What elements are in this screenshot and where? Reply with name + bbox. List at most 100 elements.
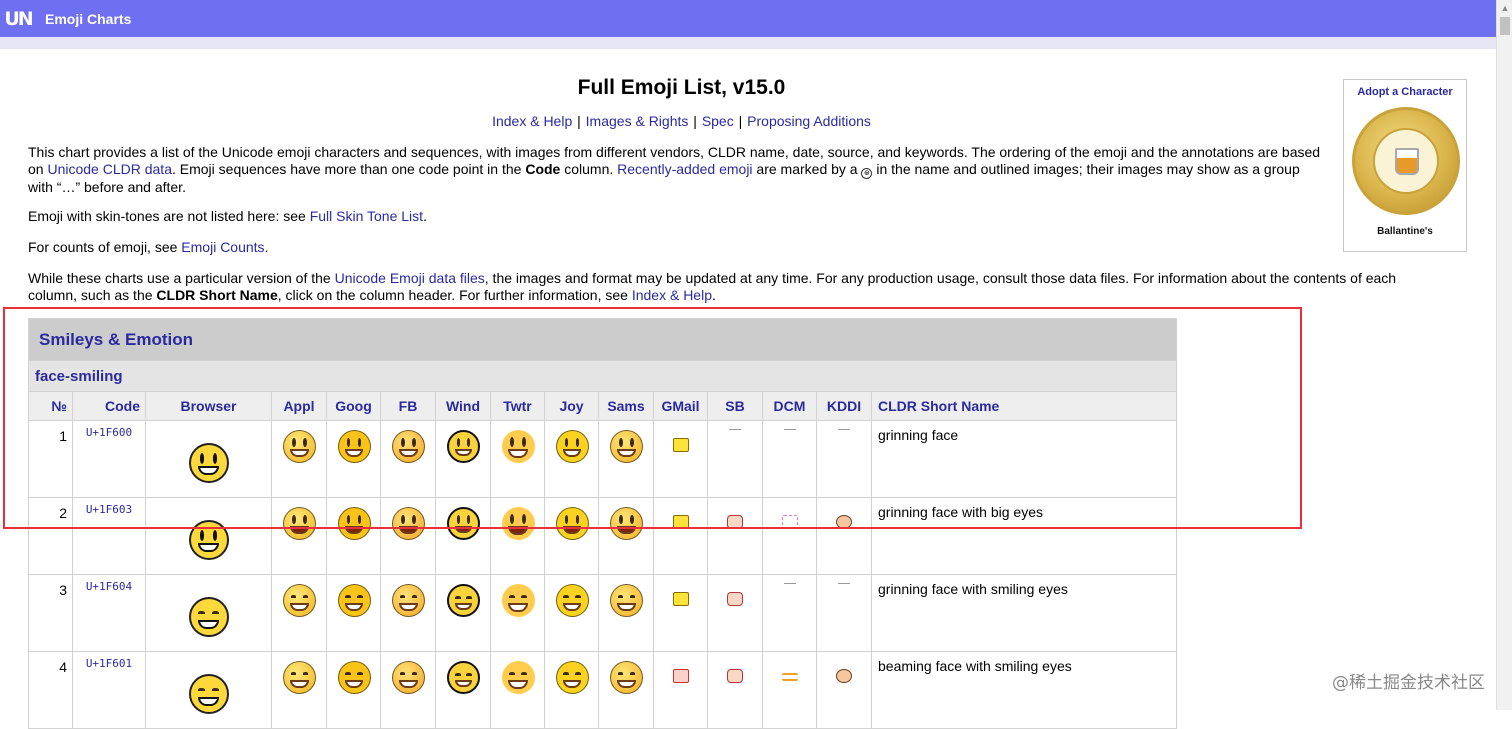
gmail-cell [653, 420, 708, 498]
intro-text: column. [560, 161, 618, 177]
col-header-joy[interactable]: Joy [544, 391, 599, 421]
table-row: 3 U+1F604 grinning face with smiling eye… [28, 574, 1178, 652]
missing-dash-icon [838, 429, 850, 430]
grinning-face-smiling-eyes-icon [501, 584, 535, 617]
brand-title[interactable]: Emoji Charts [45, 11, 131, 27]
nav-link-spec[interactable]: Spec [702, 113, 734, 129]
link-unicode-cldr-data[interactable]: Unicode CLDR data [47, 161, 172, 177]
browser-cell [145, 420, 272, 498]
col-header-kddi[interactable]: KDDI [816, 391, 872, 421]
top-bar: UN Emoji Charts [0, 0, 1496, 37]
grinning-face-big-eyes-icon [188, 520, 229, 560]
col-header-cldr-short-name[interactable]: CLDR Short Name [870, 391, 1178, 421]
twtr-cell [490, 574, 545, 652]
nav-link-images-rights[interactable]: Images & Rights [586, 113, 689, 129]
row-number: 1 [28, 420, 73, 498]
joy-cell [544, 651, 599, 729]
nav-link-proposing-additions[interactable]: Proposing Additions [747, 113, 871, 129]
beaming-face-icon [392, 661, 425, 694]
category-header-row: Smileys & Emotion [27, 318, 1178, 361]
subcategory-header[interactable]: face-smiling [27, 360, 1178, 392]
browser-cell [145, 651, 272, 729]
row-number: 4 [28, 651, 73, 729]
nav-separator: | [738, 113, 743, 129]
kddi-cell [816, 497, 872, 575]
grinning-face-smiling-eyes-icon [555, 584, 589, 617]
beaming-face-icon [337, 661, 371, 694]
nav-separator: | [577, 113, 581, 129]
col-header-sams[interactable]: Sams [598, 391, 654, 421]
dcm-face-icon [781, 515, 798, 529]
table-row: 4 U+1F601 beaming face with smiling eyes [28, 651, 1178, 729]
row-code-link[interactable]: U+1F603 [72, 497, 146, 575]
grinning-face-icon [283, 430, 316, 463]
scroll-thumb[interactable] [1500, 17, 1510, 35]
grinning-face-big-eyes-icon [447, 507, 480, 540]
col-header-appl[interactable]: Appl [271, 391, 327, 421]
category-header[interactable]: Smileys & Emotion [27, 318, 1178, 361]
col-header-wind[interactable]: Wind [435, 391, 491, 421]
watermark: @稀土掘金技术社区 [1332, 673, 1485, 693]
twtr-cell [490, 420, 545, 498]
joy-cell [544, 574, 599, 652]
link-unicode-emoji-data-files[interactable]: Unicode Emoji data files [335, 270, 485, 286]
nav-link-index-help[interactable]: Index & Help [492, 113, 572, 129]
col-header-gmail[interactable]: GMail [653, 391, 708, 421]
intro-text: . Emoji sequences have more than one cod… [171, 161, 526, 177]
row-number: 3 [28, 574, 73, 652]
link-full-skin-tone-list[interactable]: Full Skin Tone List [310, 208, 423, 224]
col-header-goog[interactable]: Goog [326, 391, 381, 421]
grinning-face-big-eyes-icon [501, 507, 535, 540]
sams-cell [598, 497, 654, 575]
grinning-face-smiling-eyes-icon [188, 597, 229, 637]
gmail-smile-icon [672, 592, 689, 606]
row-code-link[interactable]: U+1F601 [72, 651, 146, 729]
dcm-cell [762, 651, 817, 729]
sams-cell [598, 420, 654, 498]
col-header-code[interactable]: Code [72, 391, 146, 421]
code-bold: Code [525, 161, 561, 177]
grinning-face-big-eyes-icon [337, 507, 371, 540]
sub-bar [0, 37, 1496, 49]
fb-cell [380, 651, 436, 729]
intro-paragraph: This chart provides a list of the Unicod… [28, 144, 1328, 196]
link-index-help[interactable]: Index & Help [632, 287, 712, 303]
link-recently-added-emoji[interactable]: Recently-added emoji [617, 161, 752, 177]
fb-cell [380, 497, 436, 575]
unicode-logo[interactable]: UN [4, 6, 33, 32]
row-name: grinning face with big eyes [870, 497, 1178, 575]
row-code-link[interactable]: U+1F604 [72, 574, 146, 652]
nav-links: Index & Help | Images & Rights | Spec | … [0, 113, 1363, 129]
sams-cell [598, 651, 654, 729]
scroll-up-arrow-icon[interactable]: ▲ [1497, 0, 1512, 16]
wind-cell [435, 574, 491, 652]
row-code-link[interactable]: U+1F600 [72, 420, 146, 498]
grinning-face-smiling-eyes-icon [392, 584, 425, 617]
vertical-scrollbar[interactable]: ▲ [1496, 0, 1512, 710]
col-header-dcm[interactable]: DCM [762, 391, 817, 421]
counts-text-end: . [264, 239, 269, 255]
appl-cell [271, 574, 327, 652]
joy-cell [544, 497, 599, 575]
grinning-face-icon [188, 443, 229, 483]
twtr-cell [490, 497, 545, 575]
grinning-face-smiling-eyes-icon [283, 584, 316, 617]
kddi-face-icon [836, 515, 852, 529]
wind-cell [435, 651, 491, 729]
dcm-cell [762, 574, 817, 652]
row-name: grinning face with smiling eyes [870, 574, 1178, 652]
col-header-browser[interactable]: Browser [145, 391, 272, 421]
browser-cell [145, 574, 272, 652]
link-emoji-counts[interactable]: Emoji Counts [181, 239, 264, 255]
col-header-twtr[interactable]: Twtr [490, 391, 545, 421]
gmail-cell [653, 651, 708, 729]
gmail-smile-icon [672, 515, 689, 529]
col-header-fb[interactable]: FB [380, 391, 436, 421]
adopt-character-card[interactable]: Adopt a Character Ballantine's [1343, 79, 1467, 252]
missing-dash-icon [783, 583, 796, 584]
col-header-number[interactable]: № [28, 391, 73, 421]
beaming-face-icon [447, 661, 480, 694]
col-header-sb[interactable]: SB [707, 391, 763, 421]
adopt-character-title[interactable]: Adopt a Character [1344, 86, 1466, 98]
beaming-face-icon [283, 661, 316, 694]
